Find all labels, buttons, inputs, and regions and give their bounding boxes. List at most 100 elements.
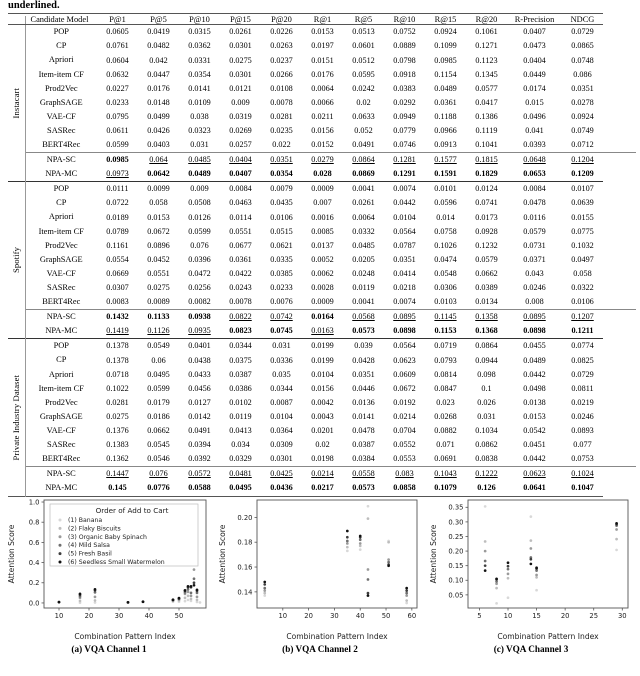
metric-cell: 0.0889 — [393, 41, 416, 51]
metric-cell: 0.0473 — [523, 41, 546, 51]
metric-cell: 0.0389 — [475, 283, 498, 293]
metric-cell: 0.0126 — [188, 212, 211, 222]
figure-b-caption: (b) VQA Channel 2 — [282, 644, 358, 654]
metric-cell: 0.1419 — [106, 326, 129, 336]
data-point — [615, 548, 618, 552]
data-point — [495, 586, 498, 590]
metric-cell: 0.0119 — [352, 283, 375, 293]
metric-cell: 0.0749 — [571, 126, 594, 135]
data-point — [198, 601, 202, 604]
table-row: Item-item CF 0.1022 0.0599 0.0456 0.0386 0.03… — [8, 382, 636, 396]
header-group-spacer — [8, 16, 26, 25]
metric-cell: 0.0351 — [270, 155, 293, 165]
metric-cell: 0.0119 — [229, 411, 252, 421]
metric-cell: 0.0568 — [352, 312, 375, 322]
results-table-container: Candidate Model P@1 P@5 P@10 P@15 P@20 R@1 R@5 R… — [6, 13, 636, 497]
metric-cell: 0.0623 — [523, 469, 546, 479]
metric-cell: 0.0214 — [393, 411, 416, 421]
metric-cell: 0.1119 — [475, 126, 498, 135]
metric-cell: 0.0199 — [311, 341, 334, 351]
y-tick-label: 0.8 — [29, 519, 40, 527]
metric-cell: 0.071 — [436, 440, 455, 450]
metric-cell: 0.0742 — [270, 312, 293, 322]
metric-cell: 0.0226 — [270, 27, 293, 37]
x-axis-title: Combination Pattern Index — [497, 632, 599, 641]
y-axis-title: Attention Score — [429, 524, 438, 583]
dataset-group-label: Private Industry Dataset — [8, 339, 26, 496]
metric-cell: 0.0322 — [571, 283, 594, 293]
metric-cell: 0.0401 — [188, 341, 211, 351]
column-header: R@10 — [393, 15, 416, 24]
metric-cell: 0.0214 — [311, 469, 334, 479]
metric-cell: 0.0496 — [523, 111, 546, 121]
x-tick-label: 50 — [382, 612, 391, 620]
metric-cell: 0.0442 — [393, 198, 416, 208]
metric-cell: 0.0729 — [571, 27, 594, 37]
figure-b: 10 20 30 40 50 60 0.14 0.16 0.18 0.20 Combination … — [217, 492, 423, 676]
legend-marker-icon — [58, 543, 62, 547]
table-row: GraphSAGE 0.0275 0.0186 0.0142 0.0119 0.0104 0… — [8, 410, 636, 424]
metric-cell: 0.0041 — [352, 297, 375, 307]
metric-cell: 0.0481 — [229, 469, 252, 479]
metric-cell: 0.0104 — [311, 369, 334, 379]
y-tick-label: 0.18 — [237, 539, 252, 547]
column-header: Candidate Model — [30, 15, 89, 24]
metric-cell: 0.0323 — [188, 126, 211, 135]
table-row: Prod2Vec 0.1161 0.0896 0.076 0.0677 0.0621 0.0… — [8, 239, 636, 253]
x-tick-label: 30 — [618, 612, 627, 620]
model-name-cell: CP — [56, 198, 67, 208]
metric-cell: 0.0599 — [188, 226, 211, 236]
metric-cell: 0.0814 — [434, 369, 457, 379]
column-header: P@1 — [109, 15, 126, 24]
data-point — [405, 601, 409, 605]
dataset-group-label: Spotify — [8, 182, 26, 339]
dataset-group-label-text: Spotify — [10, 247, 21, 274]
metric-cell: 0.0847 — [434, 383, 457, 393]
metric-cell: 0.0704 — [393, 425, 416, 435]
metric-cell: 0.0246 — [571, 411, 594, 421]
metric-cell: 0.0104 — [270, 411, 293, 421]
legend-label: (3) Organic Baby Spinach — [68, 534, 147, 541]
table-row: BERT4Rec 0.0083 0.0089 0.0082 0.0078 0.0076 0.… — [8, 295, 636, 310]
metric-cell: 0.0463 — [229, 198, 252, 208]
metric-cell: 0.0121 — [229, 83, 252, 93]
metric-cell: 0.0155 — [571, 212, 594, 222]
model-name-cell: Apriori — [48, 212, 74, 222]
metric-cell: 0.0414 — [393, 268, 416, 278]
metric-cell: 0.034 — [231, 440, 250, 450]
data-point — [93, 587, 97, 591]
metric-cell: 0.0301 — [270, 454, 293, 464]
plot-frame — [256, 499, 418, 609]
y-axis-title: Attention Score — [7, 524, 16, 583]
metric-cell: 0.031 — [190, 140, 209, 150]
metric-cell: 0.0573 — [352, 326, 375, 336]
metric-cell: 0.0009 — [311, 184, 334, 194]
metric-cell: 0.028 — [313, 169, 332, 179]
metric-cell: 0.0601 — [352, 41, 375, 51]
metric-cell: 0.1591 — [434, 169, 457, 179]
metric-cell: 0.0599 — [147, 383, 170, 393]
scatter-plot: 10 20 30 40 50 60 0.14 0.16 0.18 0.20 Combination … — [218, 499, 418, 641]
metric-cell: 0.0609 — [393, 369, 416, 379]
metric-cell: 0.026 — [477, 397, 496, 407]
data-point — [506, 576, 510, 580]
results-table: Candidate Model P@1 P@5 P@10 P@15 P@20 R@1 R@5 R… — [8, 13, 636, 497]
metric-cell: 0.0087 — [270, 397, 293, 407]
data-point — [506, 561, 510, 565]
metric-cell: 0.1126 — [147, 326, 170, 336]
metric-cell: 0.0263 — [270, 41, 293, 51]
data-point — [186, 584, 190, 588]
metric-cell: 0.0838 — [475, 454, 498, 464]
metric-cell: 0.058 — [573, 268, 592, 278]
data-point — [495, 601, 498, 605]
metric-cell: 0.0489 — [523, 355, 546, 365]
metric-cell: 0.0548 — [434, 268, 457, 278]
metric-cell: 0.0066 — [311, 97, 334, 107]
metric-cell: 0.0482 — [147, 41, 170, 51]
table-header-row: Candidate Model P@1 P@5 P@10 P@15 P@20 R@1 R@5 R… — [8, 15, 636, 25]
metric-cell: 0.0403 — [147, 140, 170, 150]
metric-cell: 0.0605 — [106, 27, 129, 37]
metric-cell: 0.0718 — [106, 369, 129, 379]
data-point — [405, 599, 409, 602]
metric-cell: 0.0949 — [393, 111, 416, 121]
